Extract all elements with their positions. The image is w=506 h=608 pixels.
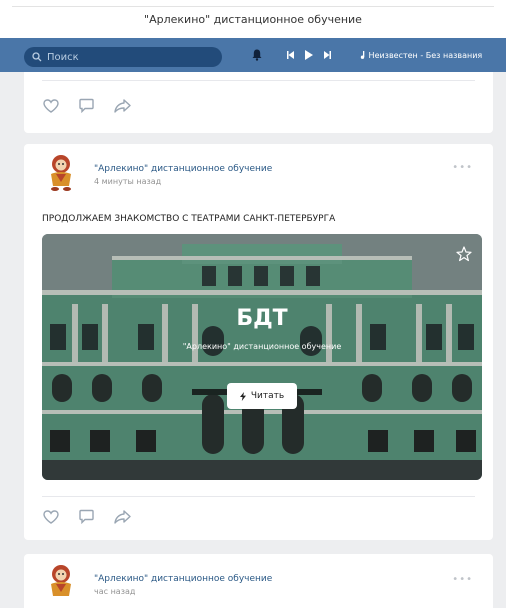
window-title: "Арлекино" дистанционное обучение — [144, 13, 362, 26]
share-icon[interactable] — [114, 509, 131, 524]
music-note-icon — [360, 51, 365, 59]
more-options-icon[interactable]: ••• — [452, 574, 473, 585]
post-actions — [43, 509, 131, 524]
window-titlebar: "Арлекино" дистанционное обучение — [0, 0, 506, 38]
post-divider — [42, 80, 475, 81]
heart-icon[interactable] — [43, 98, 59, 113]
post-author[interactable]: "Арлекино" дистанционное обучение — [94, 574, 272, 584]
article-source: "Арлекино" дистанционное обучение — [182, 342, 342, 351]
post-time[interactable]: час назад — [94, 587, 135, 596]
post-time[interactable]: 4 минуты назад — [94, 177, 161, 186]
bell-icon[interactable] — [252, 49, 262, 61]
track-title: Неизвестен - Без названия — [368, 51, 483, 60]
search-icon — [32, 52, 42, 62]
prev-icon[interactable] — [287, 51, 294, 59]
share-icon[interactable] — [114, 98, 131, 113]
next-icon[interactable] — [324, 51, 331, 59]
heart-icon[interactable] — [43, 509, 59, 524]
post-text: ПРОДОЛЖАЕМ ЗНАКОМСТВО С ТЕАТРАМИ САНКТ-П… — [42, 214, 336, 224]
post-card-next: "Арлекино" дистанционное обучение час на… — [24, 554, 493, 608]
post-card-previous — [24, 72, 493, 133]
post-card: "Арлекино" дистанционное обучение 4 мину… — [24, 144, 493, 540]
read-button-label: Читать — [250, 391, 285, 401]
top-bar: Неизвестен - Без названия — [0, 38, 506, 72]
post-author[interactable]: "Арлекино" дистанционное обучение — [94, 164, 272, 174]
play-icon[interactable] — [305, 50, 313, 60]
search-input[interactable] — [47, 51, 207, 63]
star-icon[interactable] — [456, 246, 472, 262]
article-card[interactable]: БДТ "Арлекино" дистанционное обучение Чи… — [42, 234, 482, 480]
tab-strip-divider — [12, 6, 494, 7]
comment-icon[interactable] — [79, 98, 94, 113]
more-options-icon[interactable]: ••• — [452, 162, 473, 173]
article-title: БДТ — [236, 306, 288, 331]
now-playing-track[interactable]: Неизвестен - Без названия — [360, 51, 506, 60]
post-divider — [42, 496, 475, 497]
comment-icon[interactable] — [79, 509, 94, 524]
post-actions — [43, 98, 131, 113]
read-button[interactable]: Читать — [227, 383, 297, 409]
harlequin-avatar[interactable] — [42, 562, 82, 602]
image-overlay — [42, 234, 482, 480]
harlequin-avatar[interactable] — [42, 152, 82, 192]
search-box[interactable] — [24, 47, 222, 67]
lightning-icon — [239, 391, 246, 401]
audio-player-controls — [287, 50, 331, 60]
